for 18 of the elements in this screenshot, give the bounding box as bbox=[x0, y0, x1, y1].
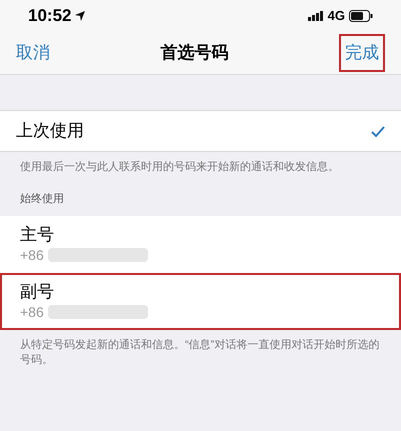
signal-icon bbox=[308, 11, 324, 21]
done-button[interactable]: 完成 bbox=[339, 34, 385, 72]
section-header: 始终使用 bbox=[19, 192, 65, 207]
section-footer: 从特定号码发起新的通话和信息。“信息”对话将一直使用对话开始时所选的号码。 bbox=[0, 330, 401, 368]
number-option[interactable]: 副号 +86 bbox=[0, 272, 401, 330]
page-title: 首选号码 bbox=[160, 42, 228, 64]
location-arrow-icon bbox=[75, 11, 86, 21]
section-footer: 使用最后一次与此人联系时用的号码来开始新的通话和收发信息。 bbox=[0, 152, 401, 175]
network-label: 4G bbox=[328, 7, 345, 26]
number-option[interactable]: 主号 +86 bbox=[0, 216, 401, 272]
cancel-button[interactable]: 取消 bbox=[16, 40, 50, 66]
status-time: 10:52 bbox=[28, 5, 72, 28]
phone-number: +86 bbox=[20, 303, 44, 321]
option-label: 上次使用 bbox=[16, 120, 84, 142]
option-label: 副号 bbox=[20, 281, 55, 303]
battery-icon bbox=[349, 10, 373, 22]
phone-number: +86 bbox=[20, 246, 44, 264]
option-label: 主号 bbox=[20, 224, 55, 246]
